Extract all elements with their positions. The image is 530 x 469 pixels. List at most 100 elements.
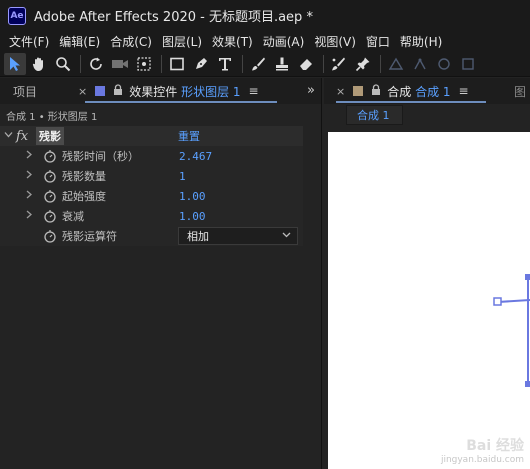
path-vertex-handle[interactable] bbox=[525, 381, 530, 387]
pen-tool-icon[interactable] bbox=[190, 53, 212, 75]
chevron-right-icon[interactable] bbox=[25, 190, 37, 202]
composition-breadcrumb-button[interactable]: 合成 1 bbox=[346, 105, 403, 125]
stopwatch-icon[interactable] bbox=[43, 169, 57, 183]
active-tab-indicator bbox=[85, 101, 277, 103]
stopwatch-icon[interactable] bbox=[43, 189, 57, 203]
property-value[interactable]: 1 bbox=[179, 170, 186, 183]
label-color-swatch bbox=[95, 86, 106, 96]
stopwatch-icon[interactable] bbox=[43, 149, 57, 163]
menu-animation[interactable]: 动画(A) bbox=[258, 33, 310, 50]
anchor-handle[interactable] bbox=[493, 297, 502, 306]
axis-mode-icon[interactable] bbox=[433, 53, 455, 75]
camera-tool-icon[interactable] bbox=[109, 53, 131, 75]
property-label: 残影时间（秒） bbox=[62, 150, 139, 163]
composition-tab-name: 合成 1 bbox=[415, 84, 451, 99]
fx-toggle-icon[interactable]: fx bbox=[16, 129, 36, 144]
menu-bar: 文件(F) 编辑(E) 合成(C) 图层(L) 效果(T) 动画(A) 视图(V… bbox=[0, 31, 530, 51]
menu-window[interactable]: 窗口 bbox=[361, 33, 395, 50]
toolbar-divider bbox=[161, 54, 162, 73]
effect-controls-tab-prefix: 效果控件 bbox=[129, 84, 178, 99]
rotate-tool-icon[interactable] bbox=[85, 53, 107, 75]
property-value[interactable]: 1.00 bbox=[179, 210, 206, 223]
menu-view[interactable]: 视图(V) bbox=[309, 33, 361, 50]
chevron-down-icon[interactable] bbox=[0, 130, 16, 142]
clone-stamp-tool-icon[interactable] bbox=[271, 53, 293, 75]
composition-panel: × 合成 合成 1 ≡ 图 合成 1 Bai 经验 jingyan.baidu.… bbox=[324, 78, 530, 469]
after-effects-app-icon: Ae bbox=[8, 6, 26, 25]
label-color-swatch bbox=[353, 86, 364, 96]
effect-properties: 残影时间（秒） 2.467 残影数量 1 起始强度 1.00 衰减 1.00 残… bbox=[0, 146, 303, 246]
toolbar-divider bbox=[323, 54, 324, 73]
lock-icon[interactable] bbox=[113, 84, 123, 98]
property-value[interactable]: 1.00 bbox=[179, 190, 206, 203]
property-row[interactable]: 残影数量 1 bbox=[0, 166, 303, 186]
composition-tab-prefix: 合成 bbox=[387, 84, 412, 99]
type-tool-icon[interactable] bbox=[214, 53, 236, 75]
menu-layer[interactable]: 图层(L) bbox=[157, 33, 207, 50]
pan-behind-tool-icon[interactable] bbox=[133, 53, 155, 75]
reset-link[interactable]: 重置 bbox=[178, 128, 200, 144]
composition-navigator: 合成 1 bbox=[324, 104, 530, 126]
tab-project[interactable]: 项目 bbox=[0, 83, 70, 100]
panel-menu-icon[interactable]: ≡ bbox=[459, 84, 469, 98]
menu-file[interactable]: 文件(F) bbox=[4, 33, 54, 50]
roto-brush-tool-icon[interactable] bbox=[328, 53, 350, 75]
property-label: 残影运算符 bbox=[62, 230, 117, 243]
world-axis-icon[interactable] bbox=[457, 53, 479, 75]
property-value[interactable]: 2.467 bbox=[179, 150, 212, 163]
active-tab-indicator bbox=[336, 101, 486, 103]
tab-composition[interactable]: 合成 合成 1 bbox=[387, 83, 450, 100]
shape-layer-handles bbox=[493, 274, 530, 387]
stopwatch-icon[interactable] bbox=[43, 209, 57, 223]
left-panel-tabbar: 项目 × 效果控件 形状图层 1 ≡ » bbox=[0, 78, 321, 104]
effect-header-row[interactable]: fx 残影 重置 bbox=[0, 126, 303, 146]
composition-tabbar: × 合成 合成 1 ≡ 图 bbox=[324, 78, 530, 104]
toolbar-divider bbox=[380, 54, 381, 73]
close-tab-icon[interactable]: × bbox=[336, 85, 345, 98]
property-row[interactable]: 残影运算符 相加 bbox=[0, 226, 303, 246]
selection-tool-icon[interactable] bbox=[4, 52, 26, 75]
panel-menu-icon[interactable]: ≡ bbox=[249, 84, 259, 98]
expand-panels-icon[interactable]: » bbox=[307, 83, 315, 98]
stopwatch-icon[interactable] bbox=[43, 229, 57, 243]
tab-effect-controls[interactable]: 效果控件 形状图层 1 bbox=[129, 83, 240, 100]
chevron-down-icon bbox=[282, 230, 291, 242]
lock-icon[interactable] bbox=[371, 84, 381, 98]
toolbar-divider bbox=[242, 54, 243, 73]
menu-composition[interactable]: 合成(C) bbox=[105, 33, 157, 50]
close-tab-icon[interactable]: × bbox=[78, 85, 87, 98]
tools-toolbar bbox=[0, 51, 530, 77]
property-label: 衰减 bbox=[62, 210, 84, 223]
rectangle-tool-icon[interactable] bbox=[166, 53, 188, 75]
toolbar-divider bbox=[80, 54, 81, 73]
menu-help[interactable]: 帮助(H) bbox=[395, 33, 447, 50]
composition-viewer[interactable] bbox=[328, 132, 530, 469]
operator-dropdown-value: 相加 bbox=[187, 230, 209, 243]
watermark-url: jingyan.baidu.com bbox=[440, 455, 524, 465]
window-title: Adobe After Effects 2020 - 无标题项目.aep * bbox=[34, 10, 313, 25]
path-vertex-handle[interactable] bbox=[525, 274, 530, 280]
snapping-tool-icon[interactable] bbox=[409, 53, 431, 75]
align-tool-icon[interactable] bbox=[385, 53, 407, 75]
eraser-tool-icon[interactable] bbox=[295, 53, 317, 75]
chevron-right-icon[interactable] bbox=[25, 170, 37, 182]
chevron-right-icon[interactable] bbox=[25, 150, 37, 162]
effect-name: 残影 bbox=[36, 127, 64, 145]
title-bar: Ae Adobe After Effects 2020 - 无标题项目.aep … bbox=[0, 0, 530, 31]
chevron-right-icon[interactable] bbox=[25, 210, 37, 222]
menu-effect[interactable]: 效果(T) bbox=[207, 33, 258, 50]
breadcrumb: 合成 1 • 形状图层 1 bbox=[0, 104, 321, 126]
property-row[interactable]: 残影时间（秒） 2.467 bbox=[0, 146, 303, 166]
puppet-pin-tool-icon[interactable] bbox=[352, 53, 374, 75]
property-row[interactable]: 起始强度 1.00 bbox=[0, 186, 303, 206]
property-label: 起始强度 bbox=[62, 190, 106, 203]
watermark-logo-text: Bai 经验 bbox=[466, 438, 524, 454]
zoom-tool-icon[interactable] bbox=[52, 53, 74, 75]
menu-edit[interactable]: 编辑(E) bbox=[54, 33, 105, 50]
hand-tool-icon[interactable] bbox=[28, 53, 50, 75]
property-label: 残影数量 bbox=[62, 170, 106, 183]
property-row[interactable]: 衰减 1.00 bbox=[0, 206, 303, 226]
tab-layer-truncated[interactable]: 图 bbox=[514, 83, 526, 100]
operator-dropdown[interactable]: 相加 bbox=[178, 227, 298, 245]
brush-tool-icon[interactable] bbox=[247, 53, 269, 75]
